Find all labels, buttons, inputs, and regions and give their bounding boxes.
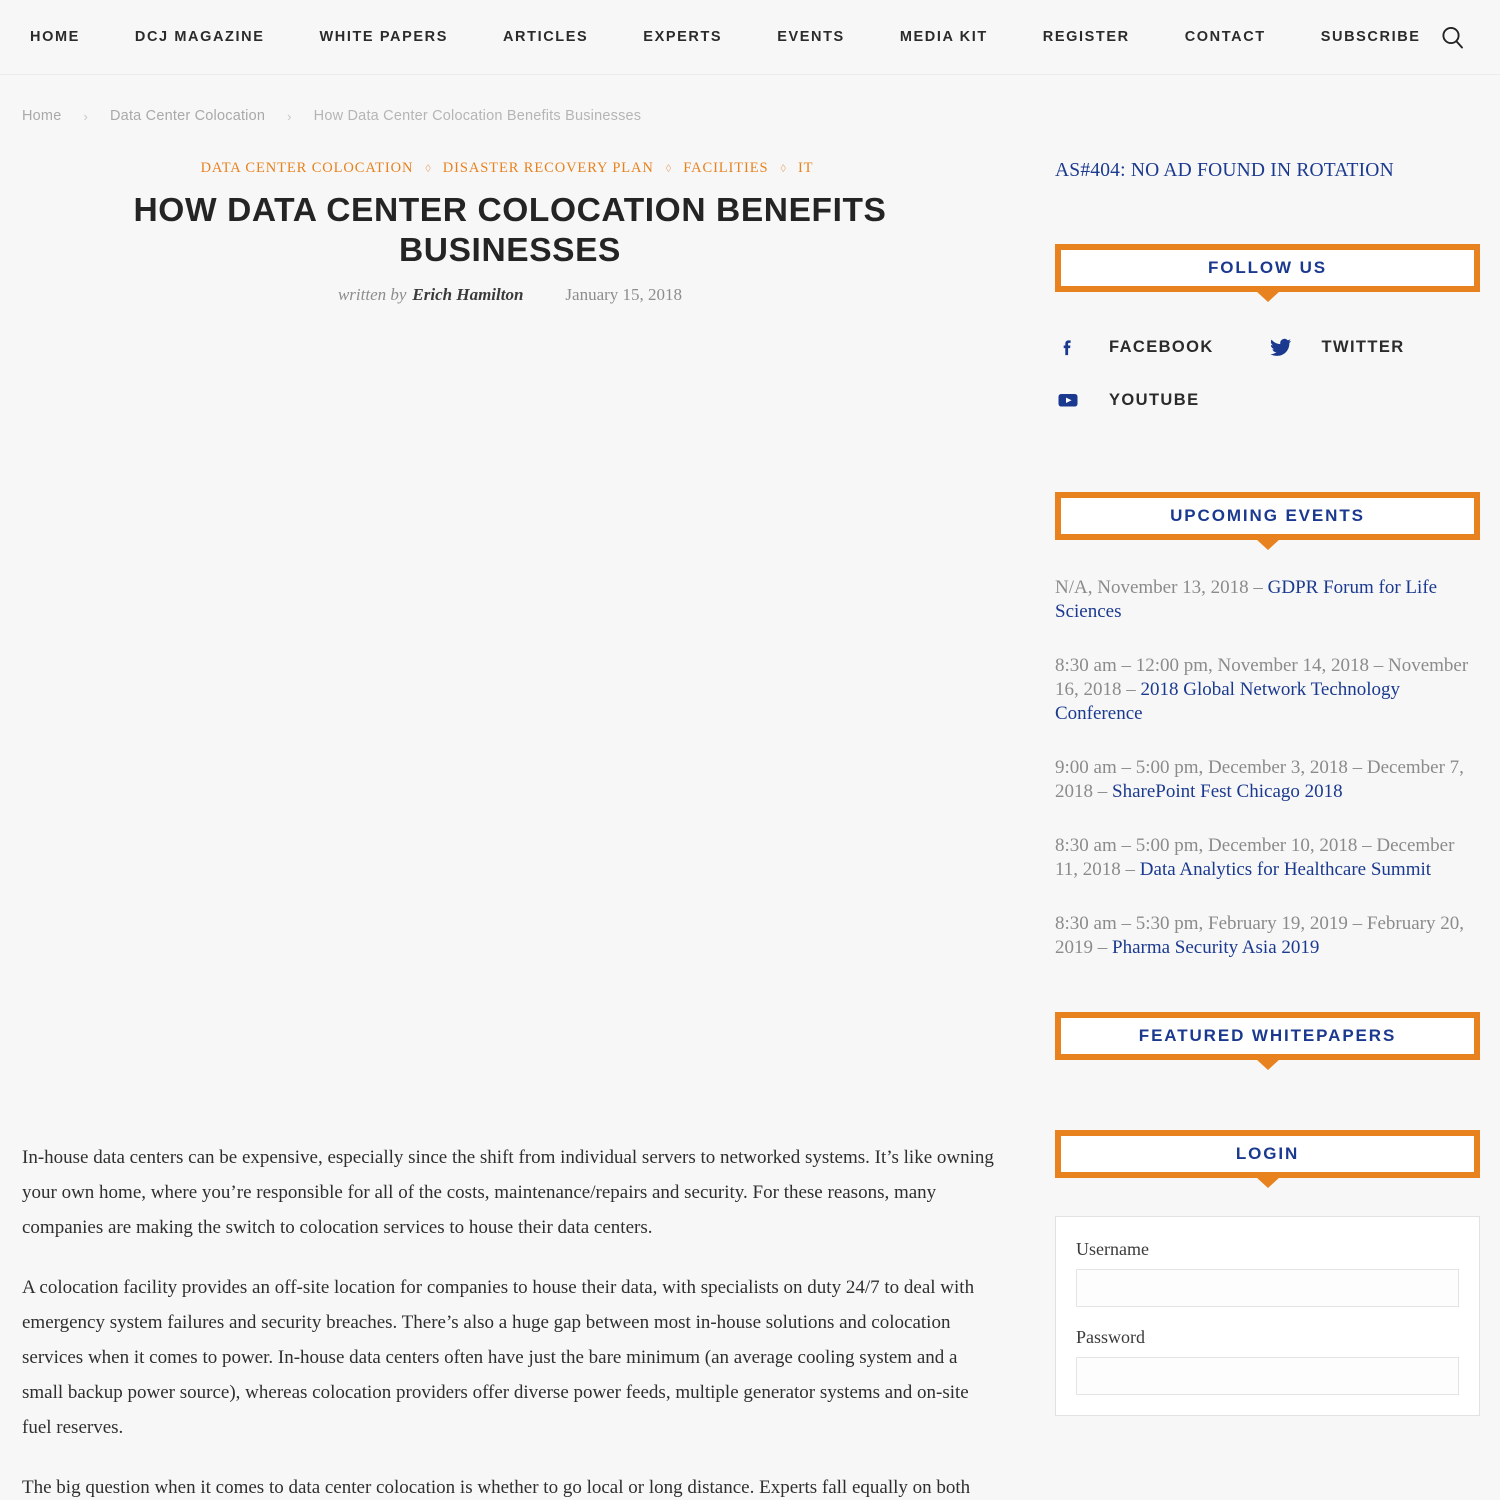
social-link-twitter[interactable]: TWITTER [1268, 334, 1481, 360]
password-input[interactable] [1076, 1357, 1459, 1395]
facebook-icon [1055, 334, 1081, 360]
social-label: TWITTER [1321, 337, 1405, 356]
events-list: N/A, November 13, 2018 – GDPR Forum for … [1055, 576, 1480, 960]
category-data-center-colocation[interactable]: DATA CENTER COLOCATION [201, 160, 414, 177]
youtube-icon [1055, 387, 1081, 413]
nav-item-home[interactable]: HOME [30, 29, 80, 45]
widget-login: LOGIN Username Password [1055, 1130, 1480, 1416]
event-item: 8:30 am – 5:00 pm, December 10, 2018 – D… [1055, 834, 1480, 882]
category-facilities[interactable]: FACILITIES [683, 160, 768, 177]
twitter-icon [1268, 334, 1294, 360]
widget-header-featured-whitepapers: FEATURED WHITEPAPERS [1055, 1012, 1480, 1060]
nav-item-events[interactable]: EVENTS [777, 29, 845, 45]
event-title-link[interactable]: Data Analytics for Healthcare Summit [1140, 859, 1431, 880]
event-title-link[interactable]: Pharma Security Asia 2019 [1112, 937, 1319, 958]
login-form: Username Password [1055, 1216, 1480, 1416]
nav-item-experts[interactable]: EXPERTS [643, 29, 722, 45]
nav-item-contact[interactable]: CONTACT [1185, 29, 1266, 45]
nav-item-white-papers[interactable]: WHITE PAPERS [319, 29, 448, 45]
article-paragraph: The big question when it comes to data c… [22, 1477, 971, 1498]
social-link-facebook[interactable]: FACEBOOK [1055, 334, 1268, 360]
nav-item-media-kit[interactable]: MEDIA KIT [900, 29, 988, 45]
social-label: YOUTUBE [1109, 390, 1200, 409]
event-title-link[interactable]: SharePoint Fest Chicago 2018 [1112, 781, 1343, 802]
written-by-label: written by [337, 285, 407, 305]
event-item: 8:30 am – 5:30 pm, February 19, 2019 – F… [1055, 912, 1480, 960]
widget-header-upcoming-events: UPCOMING EVENTS [1055, 492, 1480, 540]
event-item: N/A, November 13, 2018 – GDPR Forum for … [1055, 576, 1480, 624]
widget-title: FOLLOW US [1207, 258, 1328, 277]
event-when: N/A, November 13, 2018 – [1055, 577, 1268, 598]
article-body: In-house data centers can be expensive, … [22, 1140, 994, 1500]
widget-title: UPCOMING EVENTS [1170, 506, 1365, 525]
page-root: HOME DCJ MAGAZINE WHITE PAPERS ARTICLES … [0, 0, 1500, 1500]
main-navigation: HOME DCJ MAGAZINE WHITE PAPERS ARTICLES … [0, 0, 1500, 75]
breadcrumb-item-current: How Data Center Colocation Benefits Busi… [313, 108, 642, 124]
widget-header-login: LOGIN [1055, 1130, 1480, 1178]
category-separator: ◊ [780, 162, 786, 175]
nav-items: HOME DCJ MAGAZINE WHITE PAPERS ARTICLES … [30, 29, 1421, 45]
category-disaster-recovery-plan[interactable]: DISASTER RECOVERY PLAN [443, 160, 654, 177]
breadcrumb-item-category[interactable]: Data Center Colocation [110, 108, 265, 124]
social-links-list: FACEBOOK TWITTER YOUTUBE [1055, 334, 1480, 440]
category-separator: ◊ [425, 162, 431, 175]
event-item: 9:00 am – 5:00 pm, December 3, 2018 – De… [1055, 756, 1480, 804]
breadcrumb: Home › Data Center Colocation › How Data… [22, 108, 641, 124]
category-separator: ◊ [665, 162, 672, 175]
social-link-youtube[interactable]: YOUTUBE [1055, 387, 1268, 413]
widget-title: FEATURED WHITEPAPERS [1138, 1026, 1397, 1045]
widget-follow-us: FOLLOW US FACEBOOK TWITTER YOUTUBE [1055, 244, 1480, 440]
article-categories: DATA CENTER COLOCATION ◊ DISASTER RECOVE… [0, 160, 1020, 177]
article-paragraph: A colocation facility provides an off-si… [22, 1277, 975, 1438]
sidebar: AS#404: NO AD FOUND IN ROTATION FOLLOW U… [1055, 160, 1480, 1462]
widget-header-follow-us: FOLLOW US [1055, 244, 1480, 292]
username-input[interactable] [1076, 1269, 1459, 1307]
event-item: 8:30 am – 12:00 pm, November 14, 2018 – … [1055, 654, 1480, 726]
breadcrumb-separator: › [287, 108, 292, 124]
page-title: HOW DATA CENTER COLOCATION BENEFITS BUSI… [133, 192, 887, 269]
widget-upcoming-events: UPCOMING EVENTS N/A, November 13, 2018 –… [1055, 492, 1480, 960]
nav-item-subscribe[interactable]: SUBSCRIBE [1321, 29, 1421, 45]
category-it[interactable]: IT [798, 160, 814, 177]
nav-item-register[interactable]: REGISTER [1043, 29, 1130, 45]
widget-title: LOGIN [1235, 1144, 1300, 1163]
search-icon[interactable] [1440, 25, 1466, 51]
article-author[interactable]: Erich Hamilton [412, 285, 523, 305]
article-paragraph: In-house data centers can be expensive, … [22, 1147, 994, 1238]
article-byline: written by Erich Hamilton January 15, 20… [0, 285, 1020, 305]
breadcrumb-separator: › [83, 108, 89, 124]
nav-item-dcj-magazine[interactable]: DCJ MAGAZINE [135, 29, 265, 45]
social-label: FACEBOOK [1109, 337, 1214, 356]
article-date: January 15, 2018 [565, 285, 683, 305]
widget-featured-whitepapers: FEATURED WHITEPAPERS [1055, 1012, 1480, 1060]
nav-item-articles[interactable]: ARTICLES [503, 29, 588, 45]
ad-rotation-notice[interactable]: AS#404: NO AD FOUND IN ROTATION [1055, 160, 1480, 182]
username-label: Username [1076, 1239, 1149, 1259]
article-header: DATA CENTER COLOCATION ◊ DISASTER RECOVE… [0, 160, 1020, 305]
password-label: Password [1076, 1327, 1146, 1347]
breadcrumb-item-home[interactable]: Home [22, 108, 61, 124]
